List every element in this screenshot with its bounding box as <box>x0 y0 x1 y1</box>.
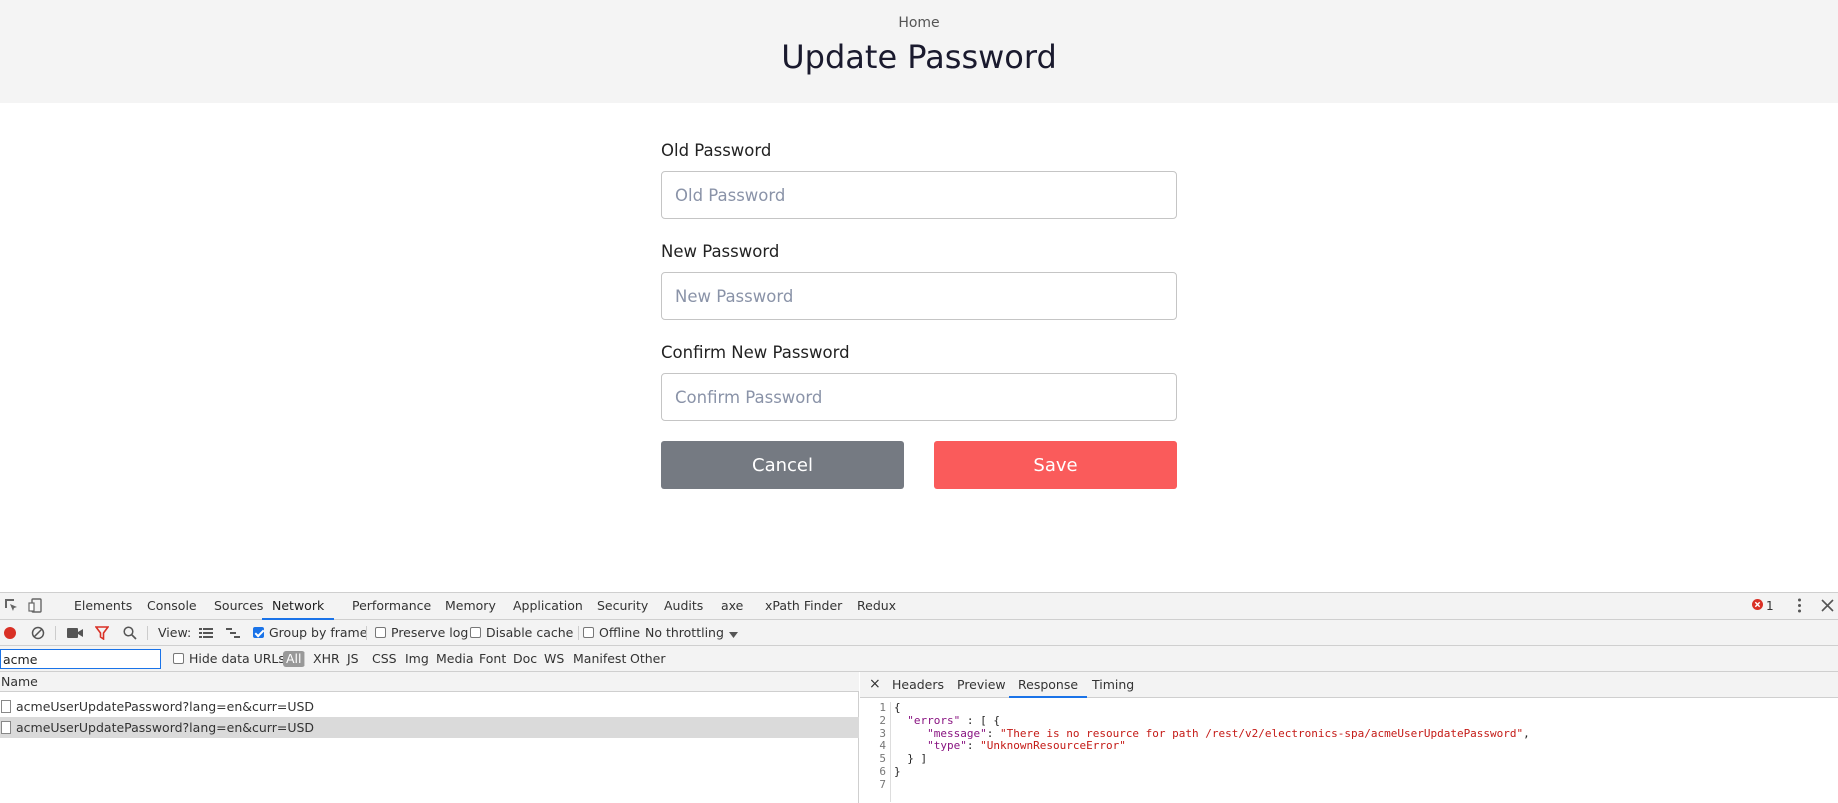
checkbox-checked-icon <box>253 627 264 638</box>
new-password-input[interactable] <box>661 272 1177 320</box>
devtools-tab-xpath-finder[interactable]: xPath Finder <box>765 593 842 620</box>
update-password-form: Old Password New Password Confirm New Pa… <box>661 140 1177 489</box>
waterfall-view-icon[interactable] <box>226 627 240 643</box>
filter-type-font[interactable]: Font <box>479 646 506 672</box>
clear-icon[interactable] <box>31 626 45 644</box>
request-details: × Headers Preview Response Timing 1 2 3 … <box>860 672 1838 803</box>
checkbox-icon <box>470 627 481 638</box>
devtools-tab-elements[interactable]: Elements <box>74 593 132 620</box>
close-icon[interactable] <box>1821 599 1834 616</box>
preserve-log-label: Preserve log <box>391 625 469 640</box>
form-buttons: Cancel Save <box>661 441 1177 489</box>
disable-cache-label: Disable cache <box>486 625 574 640</box>
checkbox-icon <box>173 653 184 664</box>
new-password-field: New Password <box>661 241 1177 342</box>
more-icon[interactable] <box>1797 597 1802 618</box>
hide-data-urls-checkbox[interactable]: Hide data URLs <box>173 646 285 672</box>
inspect-icon[interactable] <box>4 598 19 617</box>
confirm-password-field: Confirm New Password <box>661 342 1177 443</box>
devtools-tab-application[interactable]: Application <box>513 593 583 620</box>
devtools-tab-network[interactable]: Network <box>262 593 335 620</box>
line-gutter: 1 2 3 4 5 6 7 <box>860 701 891 802</box>
page: Home Update Password Old Password New Pa… <box>0 0 1838 803</box>
search-icon[interactable] <box>123 626 137 644</box>
new-password-label: New Password <box>661 242 780 261</box>
offline-label: Offline <box>599 625 641 640</box>
throttling-value: No throttling <box>645 625 724 640</box>
save-button[interactable]: Save <box>934 441 1177 489</box>
offline-checkbox[interactable]: Offline <box>583 620 640 646</box>
preserve-log-checkbox[interactable]: Preserve log <box>375 620 468 646</box>
devtools-tab-performance[interactable]: Performance <box>352 593 431 620</box>
network-filterbar: Hide data URLs All XHR JS CSS Img Media … <box>0 646 1838 672</box>
devtools-panel: Elements Console Sources Network Perform… <box>0 592 1838 803</box>
device-toggle-icon[interactable] <box>28 598 43 617</box>
request-row-selected[interactable]: acmeUserUpdatePassword?lang=en&curr=USD <box>0 717 859 738</box>
filter-type-all[interactable]: All <box>283 646 305 672</box>
confirm-password-label: Confirm New Password <box>661 343 850 362</box>
devtools-tab-console[interactable]: Console <box>147 593 197 620</box>
filter-type-img[interactable]: Img <box>405 646 429 672</box>
filter-type-other[interactable]: Other <box>630 646 666 672</box>
filter-type-doc[interactable]: Doc <box>513 646 537 672</box>
dropdown-arrow-icon[interactable] <box>729 628 738 643</box>
request-name: acmeUserUpdatePassword?lang=en&curr=USD <box>16 699 315 714</box>
devtools-tab-audits[interactable]: Audits <box>664 593 703 620</box>
filter-type-css[interactable]: CSS <box>372 646 397 672</box>
code-line: } <box>894 764 901 778</box>
network-toolbar: View: Group by frame Preserve log Disabl… <box>0 620 1838 646</box>
group-by-frame-checkbox[interactable]: Group by frame <box>253 620 367 646</box>
details-tab-response[interactable]: Response <box>1009 672 1088 698</box>
code-line: } ] <box>894 752 928 766</box>
group-by-frame-label: Group by frame <box>269 625 368 640</box>
checkbox-icon <box>583 627 594 638</box>
checkbox-icon <box>375 627 386 638</box>
disable-cache-checkbox[interactable]: Disable cache <box>470 620 573 646</box>
filter-type-media[interactable]: Media <box>436 646 474 672</box>
code-line: "type": "UnknownResourceError" <box>927 739 1126 753</box>
details-close-icon[interactable]: × <box>869 672 881 698</box>
details-tab-timing[interactable]: Timing <box>1092 672 1134 698</box>
view-label: View: <box>158 625 192 640</box>
devtools-tab-security[interactable]: Security <box>597 593 648 620</box>
record-icon[interactable] <box>3 626 17 644</box>
filter-icon[interactable] <box>94 626 110 644</box>
details-tab-preview[interactable]: Preview <box>957 672 1006 698</box>
devtools-tab-axe[interactable]: axe <box>721 593 743 620</box>
response-body[interactable]: 1 2 3 4 5 6 7 { "errors" : [ { "message"… <box>860 701 1838 802</box>
filter-type-manifest[interactable]: Manifest <box>573 646 626 672</box>
old-password-field: Old Password <box>661 140 1177 241</box>
old-password-input[interactable] <box>661 171 1177 219</box>
list-view-icon[interactable] <box>199 627 213 643</box>
request-row[interactable]: acmeUserUpdatePassword?lang=en&curr=USD <box>0 696 859 717</box>
code-lines: { "errors" : [ { "message": "There is no… <box>894 701 1530 792</box>
cancel-button[interactable]: Cancel <box>661 441 904 489</box>
details-tab-headers[interactable]: Headers <box>892 672 944 698</box>
file-icon <box>1 721 11 734</box>
old-password-label: Old Password <box>661 141 772 160</box>
filter-type-js[interactable]: JS <box>347 646 359 672</box>
details-tabbar: × Headers Preview Response Timing <box>860 672 1838 698</box>
devtools-tab-sources[interactable]: Sources <box>214 593 263 620</box>
devtools-tabbar: Elements Console Sources Network Perform… <box>0 593 1838 620</box>
filter-type-ws[interactable]: WS <box>544 646 564 672</box>
error-count[interactable]: 1 <box>1766 593 1774 620</box>
error-icon[interactable] <box>1752 599 1763 614</box>
page-header: Home Update Password <box>0 0 1838 103</box>
column-header-name[interactable]: Name <box>0 672 859 692</box>
request-list: Name acmeUserUpdatePassword?lang=en&curr… <box>0 672 859 803</box>
network-filter-input[interactable] <box>0 649 161 669</box>
request-name: acmeUserUpdatePassword?lang=en&curr=USD <box>16 720 315 735</box>
page-title: Update Password <box>781 38 1057 76</box>
confirm-password-input[interactable] <box>661 373 1177 421</box>
throttling-select[interactable]: No throttling <box>645 620 724 646</box>
devtools-tab-memory[interactable]: Memory <box>445 593 496 620</box>
devtools-tab-redux[interactable]: Redux <box>857 593 896 620</box>
camera-icon[interactable] <box>67 627 83 643</box>
hide-data-urls-label: Hide data URLs <box>189 651 285 666</box>
file-icon <box>1 700 11 713</box>
breadcrumb[interactable]: Home <box>0 15 1838 31</box>
filter-type-xhr[interactable]: XHR <box>313 646 340 672</box>
